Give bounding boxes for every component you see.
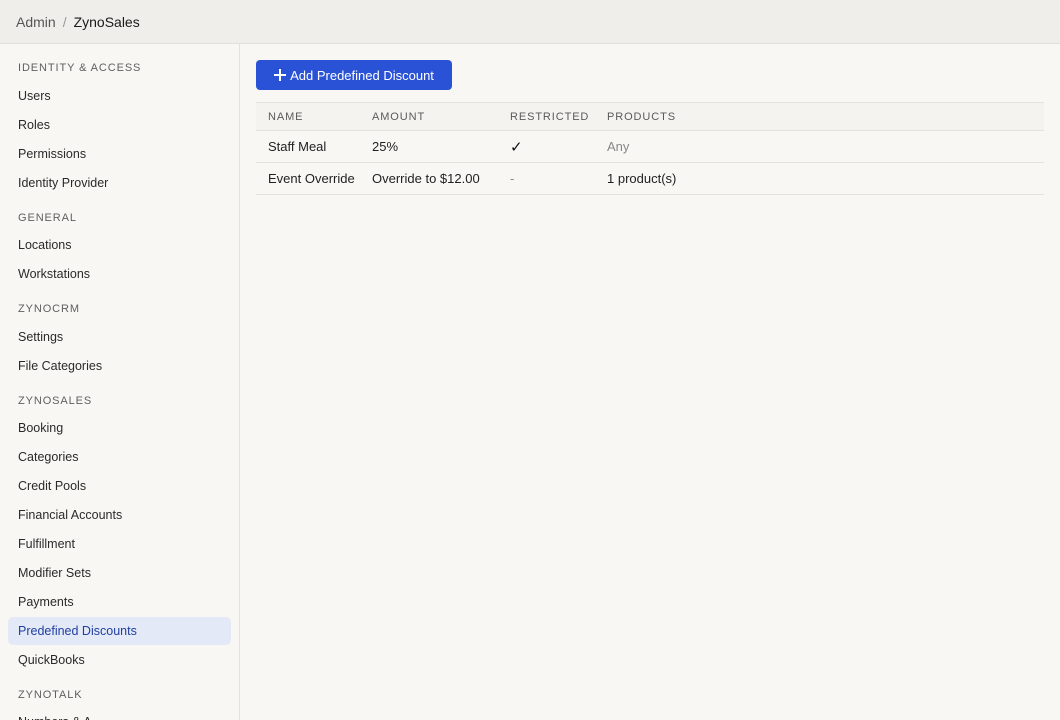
cell-restricted: - [510,171,515,186]
main-content: Add Predefined Discount NAME AMOUNT REST… [240,44,1060,720]
section-heading-general: GENERAL [18,212,77,224]
breadcrumb-current: ZynoSales [73,13,140,30]
table-header: NAME AMOUNT RESTRICTED PRODUCTS [256,103,1044,131]
sidebar-item-payments[interactable]: Payments [8,588,231,616]
sidebar-item-file-categories[interactable]: File Categories [8,352,231,380]
section-heading-zynotalk: ZYNOTALK [18,689,83,701]
sidebar-item-booking[interactable]: Booking [8,414,231,442]
check-icon: ✓ [510,138,523,156]
add-predefined-discount-button[interactable]: Add Predefined Discount [256,60,452,90]
table-row[interactable]: Staff Meal 25% ✓ Any [256,131,1044,163]
cell-amount: 25% [372,139,399,154]
cell-name: Event Override [268,171,355,186]
sidebar-item-identity-provider[interactable]: Identity Provider [8,169,231,197]
sidebar-item-fulfillment[interactable]: Fulfillment [8,530,231,558]
sidebar: IDENTITY & ACCESS Users Roles Permission… [0,44,240,720]
sidebar-item-locations[interactable]: Locations [8,231,231,259]
sidebar-item-credit-pools[interactable]: Credit Pools [8,472,231,500]
cell-name: Staff Meal [268,139,327,154]
sidebar-item-financial-accounts[interactable]: Financial Accounts [8,501,231,529]
breadcrumb-separator: / [62,13,67,30]
sidebar-item-workstations[interactable]: Workstations [8,260,231,288]
section-heading-zynocrm: ZYNOCRM [18,303,80,315]
sidebar-item-permissions[interactable]: Permissions [8,140,231,168]
column-header-products: PRODUCTS [607,110,676,123]
column-header-restricted: RESTRICTED [510,110,590,123]
cell-products: Any [607,139,630,154]
sidebar-item-numbers[interactable]: Numbers & A... [8,708,231,720]
sidebar-item-modifier-sets[interactable]: Modifier Sets [8,559,231,587]
discounts-table: NAME AMOUNT RESTRICTED PRODUCTS Staff Me… [256,102,1044,195]
plus-icon [274,69,287,81]
top-bar: Admin / ZynoSales [0,0,1060,44]
cell-amount: Override to $12.00 [372,171,480,186]
table-row[interactable]: Event Override Override to $12.00 - 1 pr… [256,163,1044,195]
column-header-name: NAME [268,110,304,123]
sidebar-item-predefined-discounts[interactable]: Predefined Discounts [8,617,231,645]
add-button-label: Add Predefined Discount [290,67,434,83]
sidebar-item-settings[interactable]: Settings [8,323,231,351]
section-heading-zynosales: ZYNOSALES [18,395,93,407]
sidebar-item-users[interactable]: Users [8,82,231,110]
sidebar-item-categories[interactable]: Categories [8,443,231,471]
section-heading-identity-access: IDENTITY & ACCESS [18,62,142,74]
sidebar-item-roles[interactable]: Roles [8,111,231,139]
column-header-amount: AMOUNT [372,110,426,123]
breadcrumb-admin[interactable]: Admin [16,14,56,30]
sidebar-item-quickbooks[interactable]: QuickBooks [8,646,231,674]
cell-products: 1 product(s) [607,171,677,186]
